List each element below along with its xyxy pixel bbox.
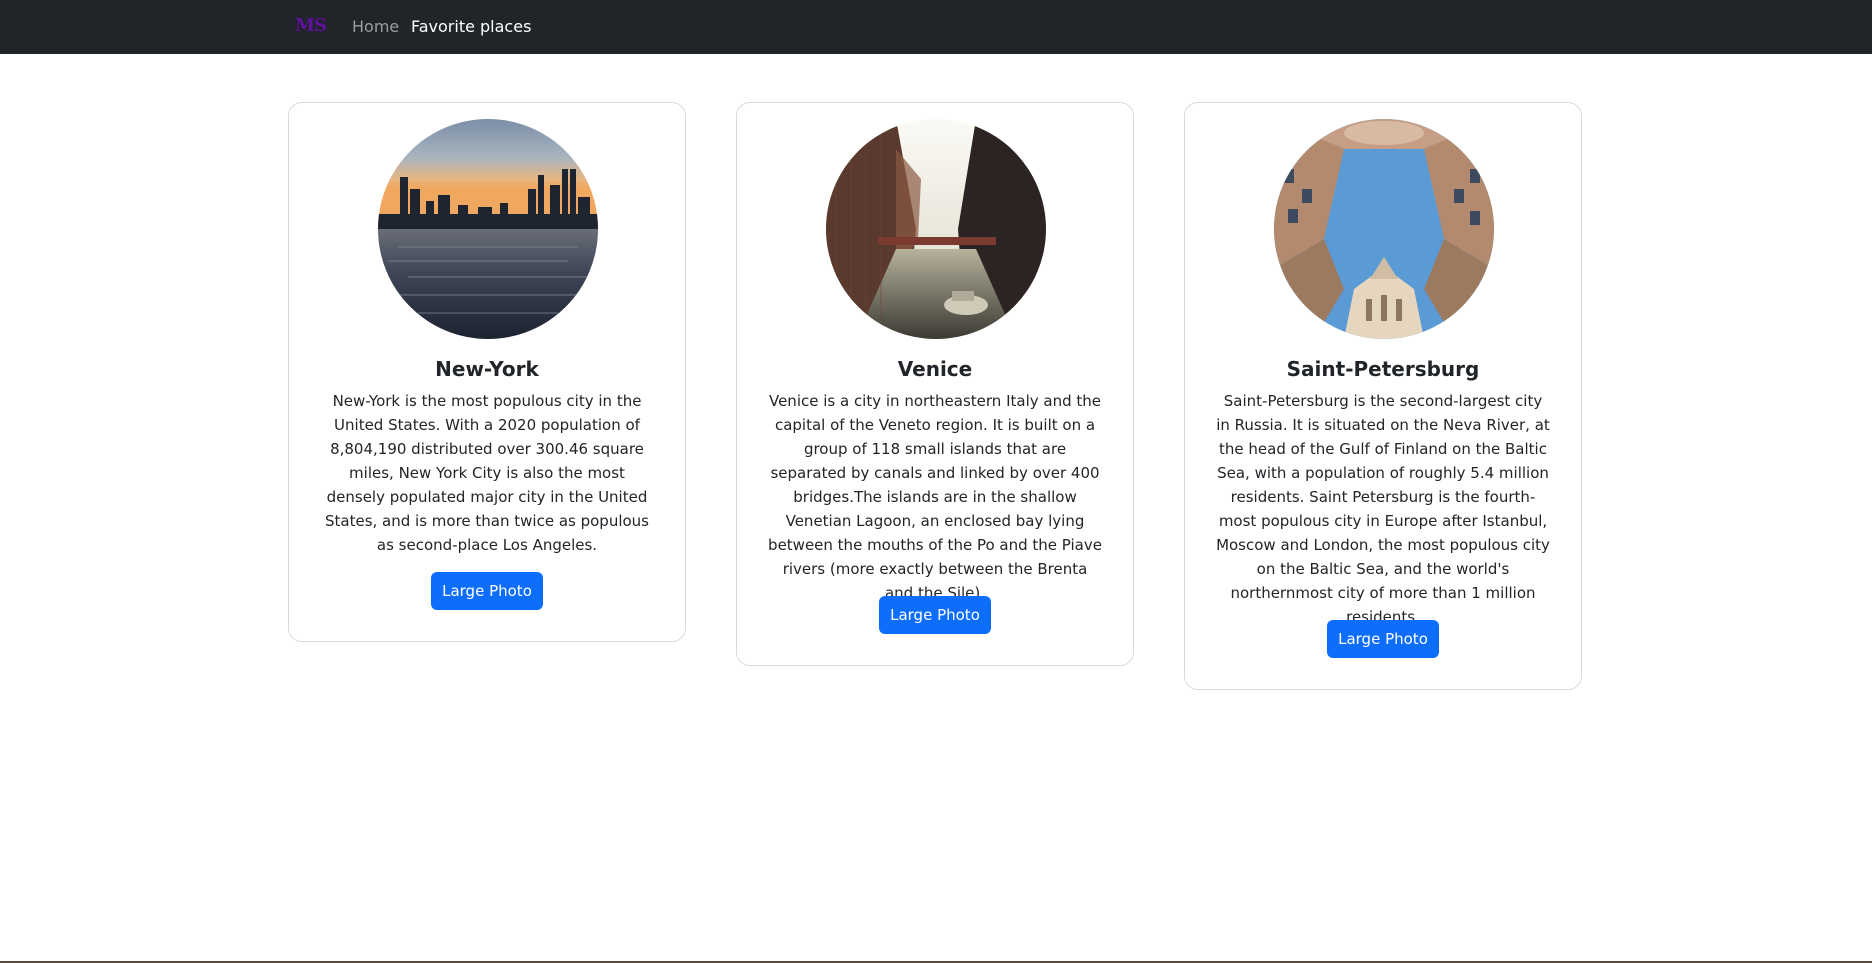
card-description: Saint-Petersburg is the second-largest c… bbox=[1216, 392, 1550, 626]
new-york-photo bbox=[378, 119, 598, 339]
venice-photo bbox=[826, 119, 1046, 339]
nav-link-favorite-places[interactable]: Favorite places bbox=[411, 16, 531, 38]
large-photo-button[interactable]: Large Photo bbox=[1327, 620, 1439, 658]
large-photo-button[interactable]: Large Photo bbox=[431, 572, 543, 610]
top-navbar: MS Home Favorite places bbox=[0, 0, 1872, 54]
saint-petersburg-photo bbox=[1274, 119, 1494, 339]
place-card-new-york: New-York New-York is the most populous c… bbox=[288, 102, 686, 642]
card-title: Venice bbox=[897, 357, 973, 381]
large-photo-button[interactable]: Large Photo bbox=[879, 596, 991, 634]
place-card-venice: Venice Venice is a city in northeastern … bbox=[736, 102, 1134, 666]
place-card-saint-petersburg: Saint-Petersburg Saint-Petersburg is the… bbox=[1184, 102, 1582, 690]
card-title: New-York bbox=[435, 357, 539, 381]
card-description: New-York is the most populous city in th… bbox=[324, 392, 649, 554]
card-description: Venice is a city in northeastern Italy a… bbox=[768, 392, 1102, 602]
card-title: Saint-Petersburg bbox=[1286, 357, 1480, 381]
nav-link-home[interactable]: Home bbox=[352, 16, 399, 38]
brand-logo[interactable]: MS bbox=[295, 15, 327, 36]
